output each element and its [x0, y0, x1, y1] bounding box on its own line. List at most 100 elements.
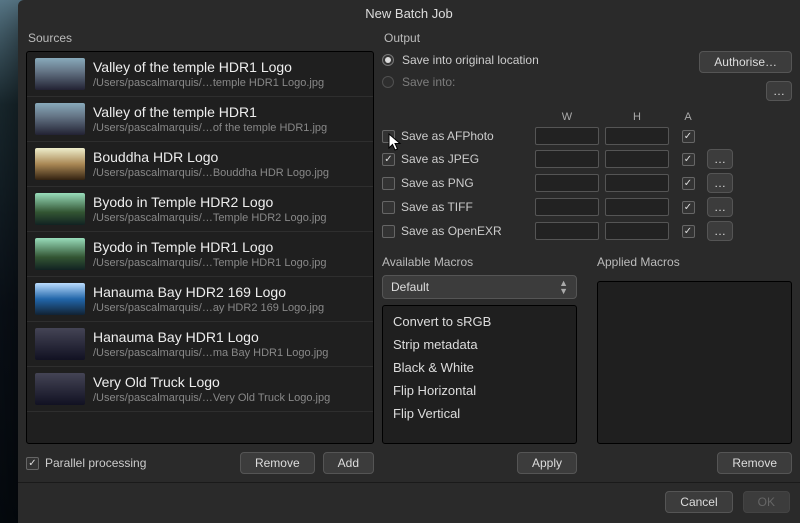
checkbox-icon	[382, 177, 395, 190]
parallel-processing-checkbox[interactable]: ✓ Parallel processing	[26, 456, 146, 470]
format-checkbox[interactable]: ✓ Save as JPEG	[382, 152, 532, 166]
dialog-buttons: Cancel OK	[18, 482, 800, 523]
apply-macro-button[interactable]: Apply	[517, 452, 577, 474]
macro-item[interactable]: Black & White	[383, 356, 576, 379]
source-text: Hanauma Bay HDR2 169 Logo/Users/pascalma…	[93, 284, 365, 314]
width-input[interactable]	[535, 222, 599, 240]
available-macros-list[interactable]: Convert to sRGBStrip metadataBlack & Whi…	[382, 305, 577, 444]
format-checkbox[interactable]: Save as OpenEXR	[382, 224, 532, 238]
source-row[interactable]: Valley of the temple HDR1 Logo/Users/pas…	[27, 52, 373, 97]
macro-item[interactable]: Flip Vertical	[383, 402, 576, 425]
remove-macro-button[interactable]: Remove	[717, 452, 792, 474]
add-source-button[interactable]: Add	[323, 452, 374, 474]
height-input[interactable]	[605, 174, 669, 192]
format-options-button[interactable]: …	[707, 149, 733, 169]
width-input[interactable]	[535, 174, 599, 192]
height-input[interactable]	[605, 222, 669, 240]
source-text: Valley of the temple HDR1 Logo/Users/pas…	[93, 59, 365, 89]
applied-macros-list[interactable]	[597, 281, 792, 444]
sources-list[interactable]: Valley of the temple HDR1 Logo/Users/pas…	[26, 51, 374, 444]
width-input[interactable]	[535, 150, 599, 168]
format-options-button[interactable]: …	[707, 197, 733, 217]
format-row: Save as TIFF ✓ …	[382, 197, 792, 217]
source-title: Valley of the temple HDR1 Logo	[93, 59, 365, 75]
width-input[interactable]	[535, 127, 599, 145]
source-path: /Users/pascalmarquis/…Bouddha HDR Logo.j…	[93, 167, 365, 179]
save-original-radio[interactable]: Save into original location	[382, 53, 539, 67]
col-h: H	[602, 111, 672, 123]
source-thumbnail	[35, 328, 85, 360]
format-table: W H A Save as AFPhoto✓✓Save as JPEG✓…Sav…	[382, 111, 792, 241]
aspect-checkbox[interactable]: ✓	[682, 225, 695, 238]
checkbox-icon	[382, 225, 395, 238]
ok-button[interactable]: OK	[743, 491, 790, 513]
macro-item[interactable]: Strip metadata	[383, 333, 576, 356]
source-title: Byodo in Temple HDR1 Logo	[93, 239, 365, 255]
source-title: Hanauma Bay HDR2 169 Logo	[93, 284, 365, 300]
save-original-label: Save into original location	[402, 53, 539, 67]
checkbox-icon	[382, 201, 395, 214]
aspect-checkbox[interactable]: ✓	[682, 201, 695, 214]
available-macros-col: Available Macros Default ▲▼ Convert to s…	[382, 255, 577, 474]
macro-item[interactable]: Flip Horizontal	[383, 379, 576, 402]
browse-folder-button[interactable]: …	[766, 81, 792, 101]
source-row[interactable]: Byodo in Temple HDR1 Logo/Users/pascalma…	[27, 232, 373, 277]
source-path: /Users/pascalmarquis/…ma Bay HDR1 Logo.j…	[93, 347, 365, 359]
format-row: Save as AFPhoto ✓	[382, 127, 792, 145]
cancel-button[interactable]: Cancel	[665, 491, 732, 513]
macro-category-value: Default	[391, 280, 429, 294]
available-macros-label: Available Macros	[382, 255, 577, 269]
save-into-radio[interactable]: Save into:	[382, 75, 539, 89]
sources-label: Sources	[26, 27, 374, 51]
source-row[interactable]: Valley of the temple HDR1/Users/pascalma…	[27, 97, 373, 142]
updown-icon: ▲▼	[559, 279, 568, 295]
source-row[interactable]: Hanauma Bay HDR2 169 Logo/Users/pascalma…	[27, 277, 373, 322]
macro-item[interactable]: Convert to sRGB	[383, 310, 576, 333]
parallel-processing-label: Parallel processing	[45, 456, 146, 470]
height-input[interactable]	[605, 150, 669, 168]
source-text: Byodo in Temple HDR2 Logo/Users/pascalma…	[93, 194, 365, 224]
source-thumbnail	[35, 103, 85, 135]
applied-macros-label: Applied Macros	[597, 255, 792, 269]
sources-footer: ✓ Parallel processing Remove Add	[26, 444, 374, 474]
source-row[interactable]: Bouddha HDR Logo/Users/pascalmarquis/…Bo…	[27, 142, 373, 187]
source-path: /Users/pascalmarquis/…ay HDR2 169 Logo.j…	[93, 302, 365, 314]
source-row[interactable]: Very Old Truck Logo/Users/pascalmarquis/…	[27, 367, 373, 412]
height-input[interactable]	[605, 198, 669, 216]
format-row: ✓ Save as JPEG ✓ …	[382, 149, 792, 169]
source-thumbnail	[35, 373, 85, 405]
source-path: /Users/pascalmarquis/…Temple HDR2 Logo.j…	[93, 212, 365, 224]
remove-source-button[interactable]: Remove	[240, 452, 315, 474]
source-path: /Users/pascalmarquis/…Temple HDR1 Logo.j…	[93, 257, 365, 269]
format-options-button[interactable]: …	[707, 173, 733, 193]
authorise-button[interactable]: Authorise…	[699, 51, 792, 73]
source-text: Valley of the temple HDR1/Users/pascalma…	[93, 104, 365, 134]
radio-icon	[382, 54, 394, 66]
checkbox-icon	[382, 130, 395, 143]
format-options-button[interactable]: …	[707, 221, 733, 241]
aspect-checkbox[interactable]: ✓	[682, 177, 695, 190]
output-destination: Save into original location Save into: A…	[382, 51, 792, 101]
format-name: Save as AFPhoto	[401, 129, 494, 143]
width-input[interactable]	[535, 198, 599, 216]
source-title: Bouddha HDR Logo	[93, 149, 365, 165]
format-name: Save as JPEG	[401, 152, 479, 166]
format-name: Save as TIFF	[401, 200, 473, 214]
source-row[interactable]: Byodo in Temple HDR2 Logo/Users/pascalma…	[27, 187, 373, 232]
format-checkbox[interactable]: Save as PNG	[382, 176, 532, 190]
format-checkbox[interactable]: Save as TIFF	[382, 200, 532, 214]
aspect-checkbox[interactable]: ✓	[682, 153, 695, 166]
height-input[interactable]	[605, 127, 669, 145]
aspect-checkbox[interactable]: ✓	[682, 130, 695, 143]
macro-category-select[interactable]: Default ▲▼	[382, 275, 577, 299]
source-row[interactable]: Hanauma Bay HDR1 Logo/Users/pascalmarqui…	[27, 322, 373, 367]
output-label: Output	[382, 27, 792, 51]
source-thumbnail	[35, 283, 85, 315]
window-body: Sources Valley of the temple HDR1 Logo/U…	[18, 27, 800, 482]
format-checkbox[interactable]: Save as AFPhoto	[382, 129, 532, 143]
sources-panel: Sources Valley of the temple HDR1 Logo/U…	[26, 27, 374, 474]
source-path: /Users/pascalmarquis/…of the temple HDR1…	[93, 122, 365, 134]
checkbox-icon: ✓	[382, 153, 395, 166]
applied-macros-col: Applied Macros Remove	[597, 255, 792, 474]
format-name: Save as OpenEXR	[401, 224, 502, 238]
